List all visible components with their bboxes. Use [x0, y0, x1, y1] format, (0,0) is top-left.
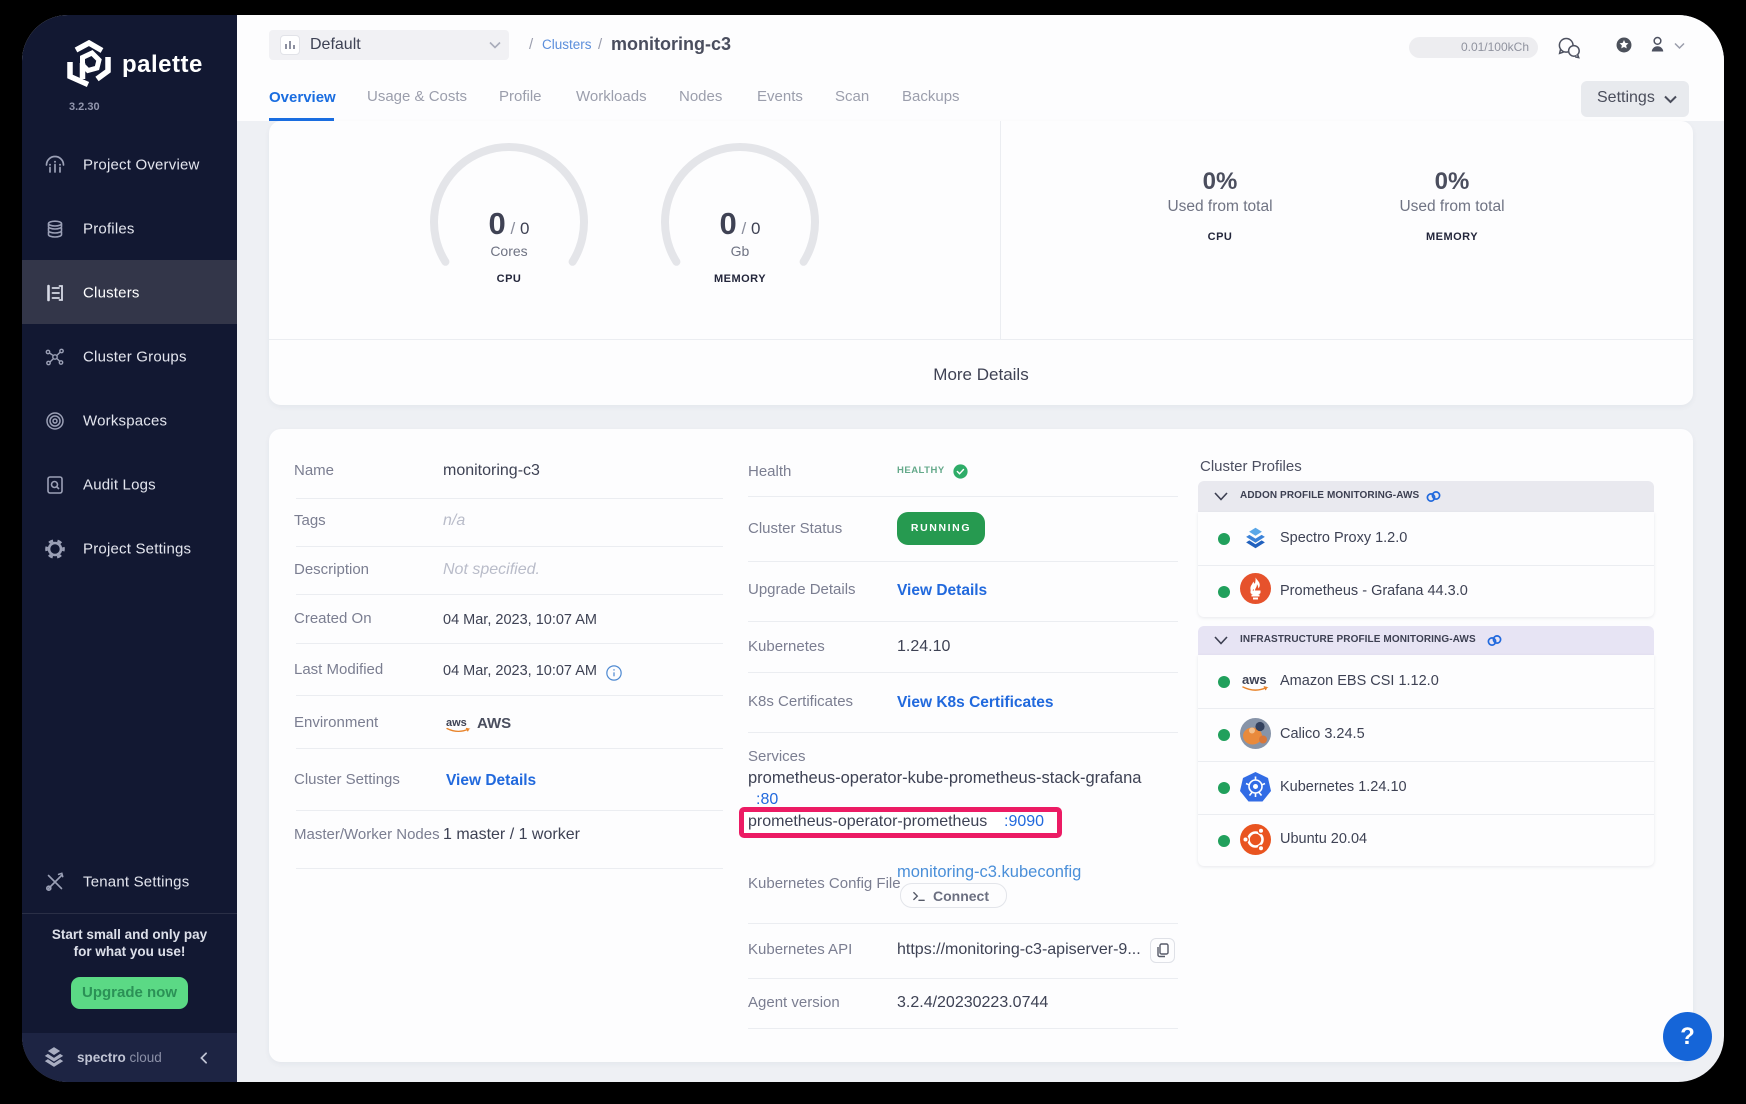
svg-text:aws: aws: [446, 717, 467, 729]
svg-text:aws: aws: [1242, 672, 1267, 687]
